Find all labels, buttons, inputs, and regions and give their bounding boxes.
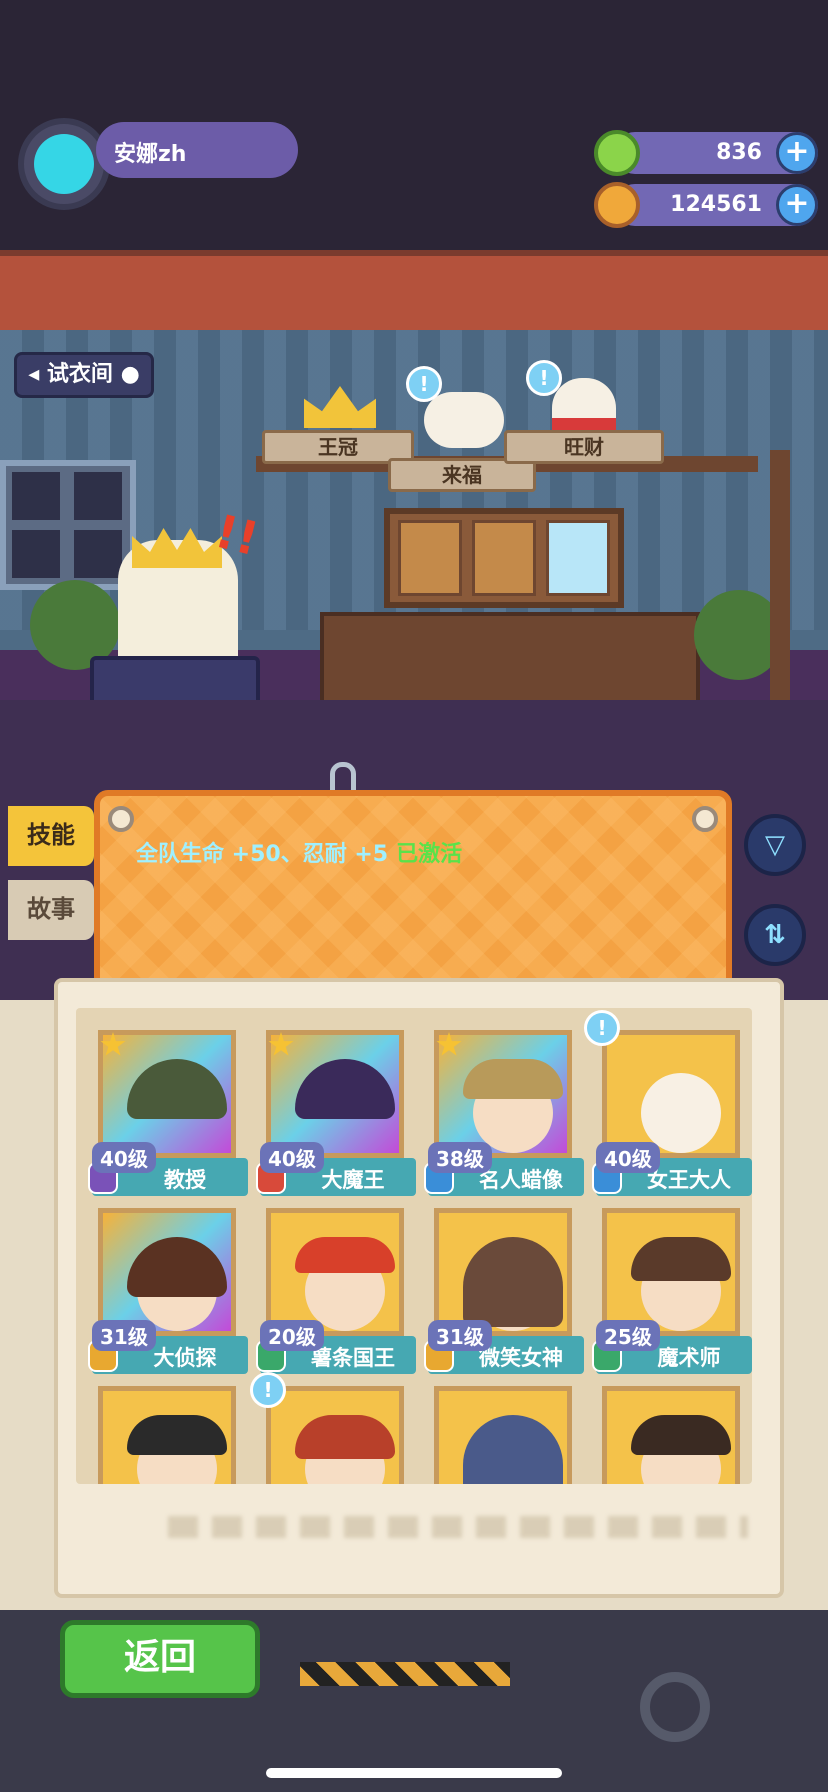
coin-count: 124561 — [670, 192, 762, 217]
character-card[interactable]: 大魔王 40级 — [256, 1022, 416, 1196]
card-level: 38级 — [428, 1142, 492, 1173]
notice-bubble-icon[interactable]: ! — [584, 1010, 620, 1046]
player-avatar[interactable] — [18, 118, 110, 210]
card-art — [98, 1208, 236, 1336]
display-case — [384, 508, 624, 608]
tab-skills[interactable]: 技能 — [8, 806, 94, 866]
gear-icon — [640, 1672, 710, 1742]
character-card[interactable]: 大侦探 31级 — [88, 1200, 248, 1374]
skill-description: 全队生命 +50、忍耐 +5 已激活 — [136, 836, 462, 868]
card-art — [98, 1030, 236, 1158]
skill-effect: 全队生命 +50、忍耐 +5 — [136, 842, 389, 867]
card-art — [98, 1386, 236, 1484]
right-plaque: 旺财 — [504, 430, 664, 464]
sort-button[interactable]: ⇅ — [744, 904, 806, 966]
card-level: 40级 — [260, 1142, 324, 1173]
card-art — [434, 1386, 572, 1484]
add-gems-button[interactable]: + — [776, 132, 818, 174]
character-card[interactable]: 名人蜡像 38级 — [424, 1022, 584, 1196]
card-level: 40级 — [596, 1142, 660, 1173]
card-art — [266, 1030, 404, 1158]
card-art — [266, 1208, 404, 1336]
character-card[interactable]: 教授 40级 — [88, 1022, 248, 1196]
currency-coins: 124561 + — [594, 182, 818, 228]
card-level: 25级 — [596, 1320, 660, 1351]
player-name-pill[interactable]: 安娜zh — [96, 122, 298, 178]
dog-pet-icon[interactable] — [424, 392, 504, 448]
coat-rack — [770, 450, 790, 700]
green-gem-coin-icon — [594, 130, 640, 176]
card-art — [434, 1030, 572, 1158]
notice-bubble-icon[interactable]: ! — [250, 1372, 286, 1408]
notice-bubble-icon[interactable]: ! — [526, 360, 562, 396]
filter-button[interactable]: ▽ — [744, 814, 806, 876]
card-level: 31级 — [92, 1320, 156, 1351]
currency-gems: 836 + — [594, 130, 818, 176]
cat-face-icon — [34, 134, 94, 194]
notice-bubble-icon[interactable]: ! — [406, 366, 442, 402]
home-indicator[interactable] — [266, 1768, 562, 1778]
skill-board: 全队生命 +50、忍耐 +5 已激活 — [94, 790, 732, 1000]
character-card[interactable]: 女王大人 40级 — [592, 1022, 752, 1196]
blurred-text — [168, 1516, 748, 1538]
locked-item-slot[interactable] — [398, 520, 462, 596]
room-window — [0, 460, 136, 590]
upper-shelf — [0, 250, 828, 336]
card-level: 20级 — [260, 1320, 324, 1351]
character-card[interactable] — [428, 1378, 578, 1484]
desk — [320, 612, 700, 712]
character-card[interactable] — [596, 1378, 746, 1484]
skill-status: 已激活 — [396, 842, 463, 867]
fitting-room-label: 试衣间 — [46, 362, 113, 387]
character-card-grid: 教授 40级 大魔王 40级 名人蜡像 38级 女王大人 40级 大侦探 31级… — [76, 1008, 752, 1484]
tab-story[interactable]: 故事 — [8, 880, 94, 940]
planet-coin-icon — [594, 182, 640, 228]
fitting-room-button[interactable]: ◂ 试衣间 ● — [14, 352, 154, 398]
queen-item-slot[interactable] — [546, 520, 610, 596]
card-art — [602, 1208, 740, 1336]
card-art — [602, 1386, 740, 1484]
character-card[interactable] — [92, 1378, 242, 1484]
gem-count: 836 — [716, 140, 762, 165]
pin-icon — [108, 806, 134, 832]
card-art — [266, 1386, 404, 1484]
card-art — [434, 1208, 572, 1336]
character-card[interactable]: 魔术师 25级 — [592, 1200, 752, 1374]
locked-item-slot[interactable] — [472, 520, 536, 596]
pin-icon — [692, 806, 718, 832]
card-level: 40级 — [92, 1142, 156, 1173]
add-coins-button[interactable]: + — [776, 184, 818, 226]
card-level: 31级 — [428, 1320, 492, 1351]
back-button[interactable]: 返回 — [60, 1620, 260, 1698]
character-card[interactable]: 微笑女神 31级 — [424, 1200, 584, 1374]
player-name: 安娜zh — [114, 142, 187, 167]
hazard-stripe — [300, 1662, 510, 1686]
character-card[interactable]: 薯条国王 20级 — [256, 1200, 416, 1374]
card-art — [602, 1030, 740, 1158]
